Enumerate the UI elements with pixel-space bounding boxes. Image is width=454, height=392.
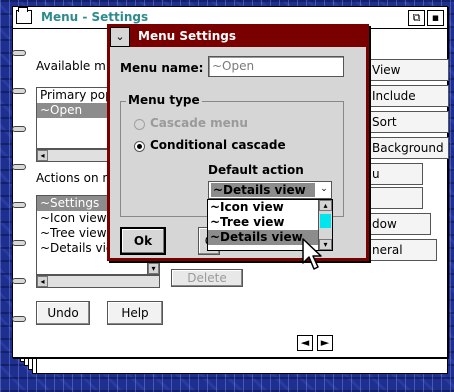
actions-list-hscroll[interactable]: ◂ bbox=[36, 275, 160, 288]
tab-menu[interactable]: u bbox=[367, 163, 423, 185]
default-action-value: ~Details view bbox=[211, 183, 315, 197]
notebook-title: Menu - Settings bbox=[41, 10, 149, 24]
menu-name-label: Menu name: bbox=[120, 61, 204, 75]
help-button[interactable]: Help bbox=[107, 301, 163, 325]
binding-ring bbox=[12, 164, 26, 170]
close-icon[interactable]: ▪ bbox=[427, 10, 444, 26]
cascade-menu-label: Cascade menu bbox=[150, 116, 248, 130]
dropdown-item[interactable]: ~Tree view bbox=[208, 215, 318, 230]
delete-button[interactable]: Delete bbox=[171, 269, 243, 287]
binding-ring bbox=[12, 88, 26, 94]
undo-button[interactable]: Undo bbox=[36, 301, 90, 325]
restore-icon[interactable]: ⧉ bbox=[408, 10, 425, 26]
default-action-combo[interactable]: ~Details view ⌄ bbox=[208, 181, 332, 199]
system-menu-icon[interactable]: ⌄ bbox=[110, 27, 130, 47]
tab-file[interactable] bbox=[367, 187, 423, 209]
mouse-pointer-icon bbox=[302, 238, 322, 270]
binding-ring bbox=[12, 240, 26, 246]
scroll-thumb[interactable] bbox=[320, 214, 331, 228]
scroll-up-icon[interactable]: ▴ bbox=[319, 200, 332, 211]
menu-name-field[interactable]: ~Open bbox=[208, 56, 344, 77]
binding-ring bbox=[12, 316, 26, 322]
tab-window[interactable]: dow bbox=[367, 213, 431, 235]
dialog-titlebar[interactable]: ⌄ Menu Settings bbox=[110, 27, 366, 47]
dropdown-item[interactable]: ~Icon view bbox=[208, 200, 318, 215]
tab-include[interactable]: Include bbox=[367, 85, 449, 107]
conditional-cascade-radio[interactable] bbox=[134, 141, 145, 152]
tab-background[interactable]: Background bbox=[367, 137, 449, 159]
actions-on-menu-label: Actions on m bbox=[36, 171, 115, 185]
ok-button[interactable]: Ok bbox=[120, 227, 166, 255]
default-action-label: Default action bbox=[208, 163, 304, 177]
conditional-cascade-label: Conditional cascade bbox=[150, 138, 286, 152]
binding-ring bbox=[12, 126, 26, 132]
dialog-title: Menu Settings bbox=[138, 29, 236, 43]
scroll-down-icon[interactable]: ▾ bbox=[148, 263, 159, 274]
next-page-icon[interactable]: ► bbox=[317, 335, 333, 351]
available-menus-label: Available m bbox=[36, 59, 106, 73]
notebook-binding bbox=[12, 20, 26, 360]
tab-general[interactable]: neral bbox=[367, 239, 437, 261]
scroll-left-icon[interactable]: ◂ bbox=[37, 276, 48, 287]
prev-page-icon[interactable]: ◄ bbox=[297, 335, 313, 351]
binding-ring bbox=[12, 278, 26, 284]
dropdown-arrow-icon[interactable]: ⌄ bbox=[318, 183, 330, 197]
tab-sort[interactable]: Sort bbox=[367, 111, 449, 133]
binding-ring bbox=[12, 50, 26, 56]
menu-type-label: Menu type bbox=[126, 93, 202, 107]
scroll-left-icon[interactable]: ◂ bbox=[37, 150, 48, 161]
cascade-menu-radio[interactable] bbox=[134, 119, 145, 130]
binding-ring bbox=[12, 202, 26, 208]
tab-view[interactable]: View bbox=[367, 59, 449, 81]
